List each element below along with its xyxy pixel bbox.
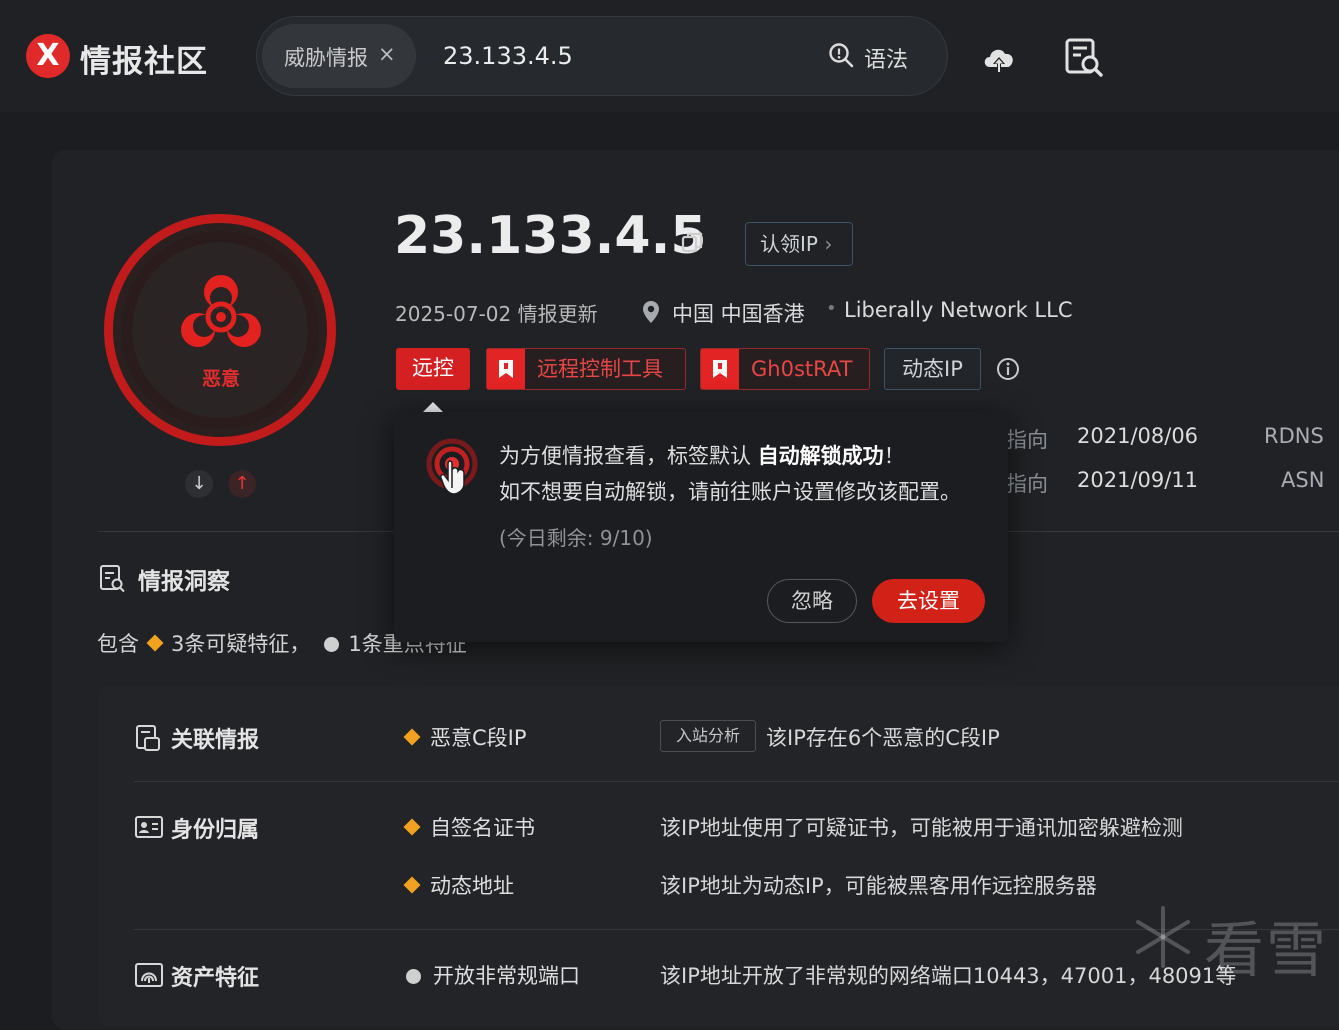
divider	[134, 781, 1339, 782]
go-settings-button[interactable]: 去设置	[872, 579, 985, 623]
popup-line1-prefix: 为方便情报查看，标签默认	[499, 444, 758, 468]
bookmark-icon	[487, 349, 525, 389]
popup-line1-suffix: ！	[883, 444, 905, 468]
ip-address-title: 23.133.4.5	[394, 206, 707, 266]
inbound-analysis-tag[interactable]: 入站分析	[660, 720, 756, 752]
feature-description: 该IP地址使用了可疑证书，可能被用于通讯加密躲避检测	[660, 816, 1183, 840]
location-pin-icon	[643, 301, 659, 323]
suspicious-diamond-icon	[403, 876, 421, 894]
key-dot-icon	[324, 637, 340, 652]
brand-title[interactable]: 情报社区	[80, 36, 208, 81]
copy-icon[interactable]	[680, 230, 704, 254]
update-date: 2025-07-02 情报更新	[395, 302, 598, 326]
tag-remote-control[interactable]: 远控	[396, 348, 470, 390]
snowflake-watermark-icon	[1136, 906, 1190, 968]
logo-icon[interactable]: X	[26, 34, 70, 78]
identity-card-icon	[135, 816, 163, 838]
claim-ip-label: 认领IP	[760, 232, 818, 256]
insight-title: 情报洞察	[138, 569, 230, 595]
meta-separator: •	[826, 298, 837, 319]
tag-gh0strat[interactable]: Gh0stRAT	[700, 348, 870, 390]
suspicious-diamond-icon	[403, 818, 421, 836]
ip-location: 中国 中国香港	[672, 302, 805, 326]
biohazard-icon	[181, 275, 261, 347]
row-type: ASN	[1281, 468, 1325, 492]
cloud-upload-icon[interactable]	[980, 40, 1018, 78]
feature-dynamic-address[interactable]: 动态地址	[403, 870, 514, 900]
row-label: 指向	[1006, 472, 1048, 496]
section-title-assets: 资产特征	[171, 966, 260, 991]
feature-label: 开放非常规端口	[433, 964, 580, 988]
upvote-button[interactable]: ↑	[228, 470, 256, 498]
tag-remote-control-tool[interactable]: 远程控制工具	[486, 348, 686, 390]
search-icon[interactable]	[828, 42, 854, 68]
tag-label: Gh0stRAT	[751, 357, 853, 381]
search-chip-label: 威胁情报	[284, 46, 368, 70]
divider	[98, 531, 398, 532]
row-date: 2021/08/06	[1077, 424, 1199, 448]
suspicious-diamond-icon	[146, 634, 164, 652]
row-label: 指向	[1006, 428, 1048, 452]
watermark-text: 看雪	[1204, 916, 1328, 986]
popup-line1-bold: 自动解锁成功	[757, 444, 884, 468]
bookmark-icon	[701, 349, 739, 389]
feature-unusual-ports[interactable]: 开放非常规端口	[404, 960, 580, 990]
popup-remaining-count: (今日剩余: 9/10)	[499, 526, 653, 550]
section-title-identity: 身份归属	[171, 818, 260, 843]
chip-close-icon[interactable]: ×	[378, 42, 396, 66]
feature-self-signed-cert[interactable]: 自签名证书	[403, 812, 535, 842]
popup-message-line1: 为方便情报查看，标签默认 自动解锁成功！	[499, 440, 905, 470]
claim-ip-button[interactable]: 认领IP ›	[745, 222, 853, 266]
row-date: 2021/09/11	[1077, 468, 1199, 492]
feature-malicious-c-segment[interactable]: 恶意C段IP	[403, 722, 527, 752]
contain-prefix: 包含	[97, 632, 139, 656]
insight-report-icon	[100, 565, 125, 593]
feature-label: 恶意C段IP	[430, 726, 527, 750]
feature-description: 该IP存在6个恶意的C段IP	[766, 726, 1000, 750]
row-type: RDNS	[1264, 424, 1324, 448]
asset-fingerprint-icon	[135, 963, 163, 987]
report-search-icon[interactable]	[1064, 36, 1104, 78]
section-title-related: 关联情报	[171, 728, 260, 753]
feature-description: 该IP地址为动态IP，可能被黑客用作远控服务器	[660, 874, 1097, 898]
search-input[interactable]: 23.133.4.5	[443, 42, 573, 70]
feature-label: 自签名证书	[430, 816, 535, 840]
downvote-button[interactable]: ↓	[185, 470, 213, 498]
tag-label: 远程控制工具	[537, 357, 663, 381]
popup-message-line2: 如不想要自动解锁，请前往账户设置修改该配置。	[499, 480, 961, 504]
tag-dynamic-ip[interactable]: 动态IP	[884, 348, 981, 390]
feature-label: 动态地址	[430, 874, 514, 898]
tap-hand-icon	[426, 438, 478, 495]
info-icon[interactable]	[996, 357, 1020, 381]
ignore-button[interactable]: 忽略	[767, 579, 857, 623]
related-intel-icon	[136, 725, 160, 751]
suspicious-count: 3条可疑特征，	[171, 632, 311, 656]
key-dot-icon	[406, 969, 421, 984]
divider	[1008, 531, 1339, 532]
verdict-label: 恶意	[201, 368, 240, 390]
suspicious-diamond-icon	[403, 728, 421, 746]
ip-organization: Liberally Network LLC	[844, 298, 1073, 322]
chevron-right-icon: ›	[824, 232, 833, 256]
syntax-button[interactable]: 语法	[864, 42, 908, 74]
